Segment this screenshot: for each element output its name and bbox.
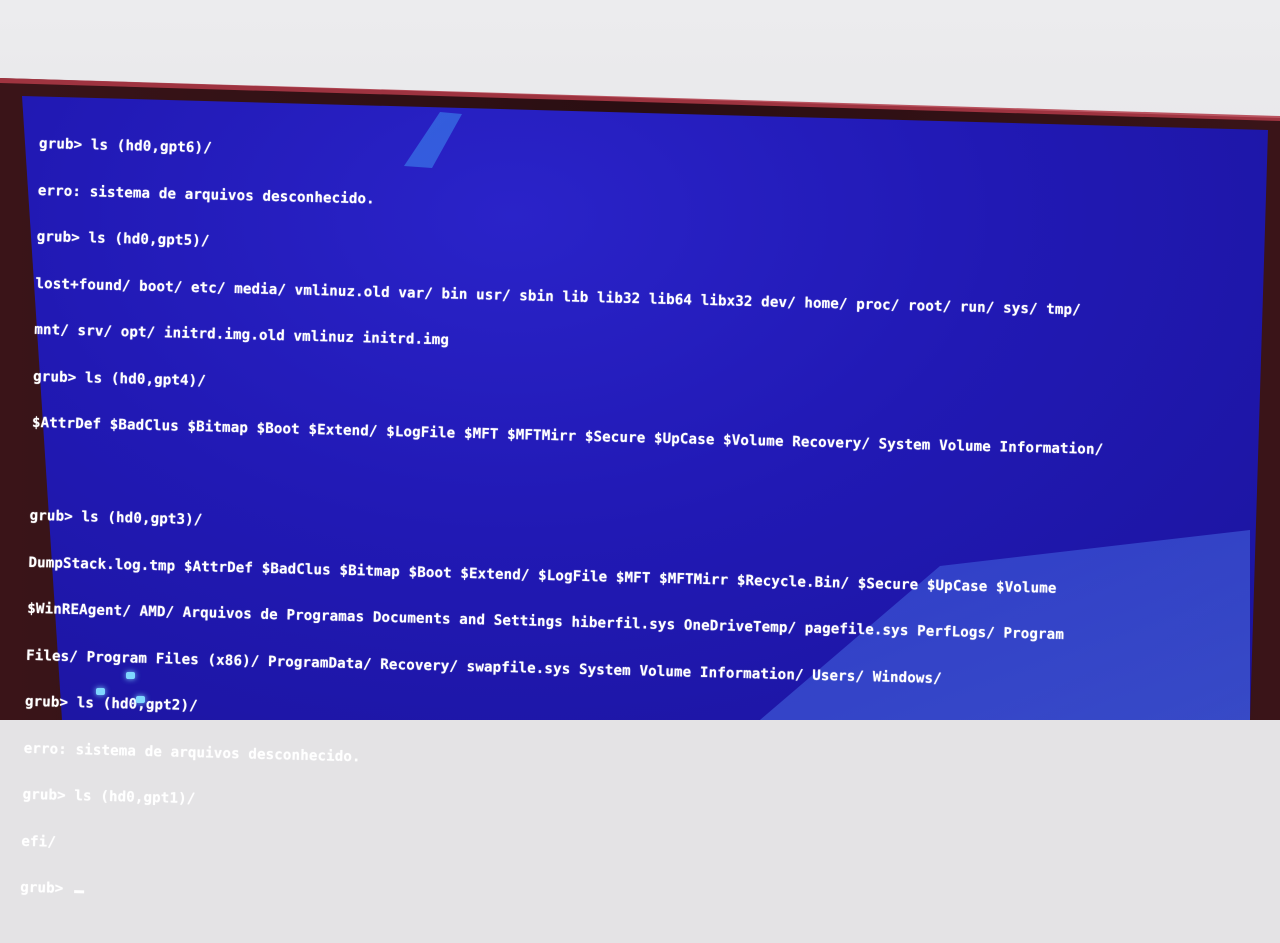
grub-terminal[interactable]: grub> ls (hd0,gpt6)/ erro: sistema de ar…: [20, 106, 1270, 943]
terminal-prompt-line[interactable]: grub>: [20, 879, 1250, 928]
terminal-line: Files/ Program Files (x86)/ ProgramData/…: [25, 647, 943, 687]
terminal-line: erro: sistema de arquivos desconhecido.: [37, 182, 375, 207]
led-dot: [136, 696, 145, 703]
terminal-line: grub> ls (hd0,gpt4)/: [32, 368, 207, 389]
terminal-line: DumpStack.log.tmp $AttrDef $BadClus $Bit…: [28, 554, 1057, 597]
led-dot: [96, 688, 105, 695]
terminal-line: grub> ls (hd0,gpt2)/: [24, 693, 198, 715]
led-reflection: [92, 668, 162, 718]
terminal-line: $WinREAgent/ AMD/ Arquivos de Programas …: [27, 600, 1065, 644]
terminal-prompt: grub>: [20, 879, 73, 898]
terminal-line: grub> ls (hd0,gpt3)/: [29, 507, 203, 529]
terminal-line: grub> ls (hd0,gpt1)/: [22, 786, 196, 808]
terminal-line: grub> ls (hd0,gpt5)/: [36, 228, 210, 250]
led-dot: [126, 672, 135, 679]
terminal-line: efi/: [21, 833, 57, 851]
terminal-line: erro: sistema de arquivos desconhecido.: [23, 740, 361, 765]
text-cursor: [73, 890, 85, 894]
terminal-line: lost+found/ boot/ etc/ media/ vmlinuz.ol…: [35, 275, 1082, 318]
terminal-line: $AttrDef $BadClus $Bitmap $Boot $Extend/…: [31, 414, 1104, 459]
terminal-line: grub> ls (hd0,gpt6)/: [38, 135, 213, 157]
terminal-line: mnt/ srv/ opt/ initrd.img.old vmlinuz in…: [34, 321, 450, 349]
